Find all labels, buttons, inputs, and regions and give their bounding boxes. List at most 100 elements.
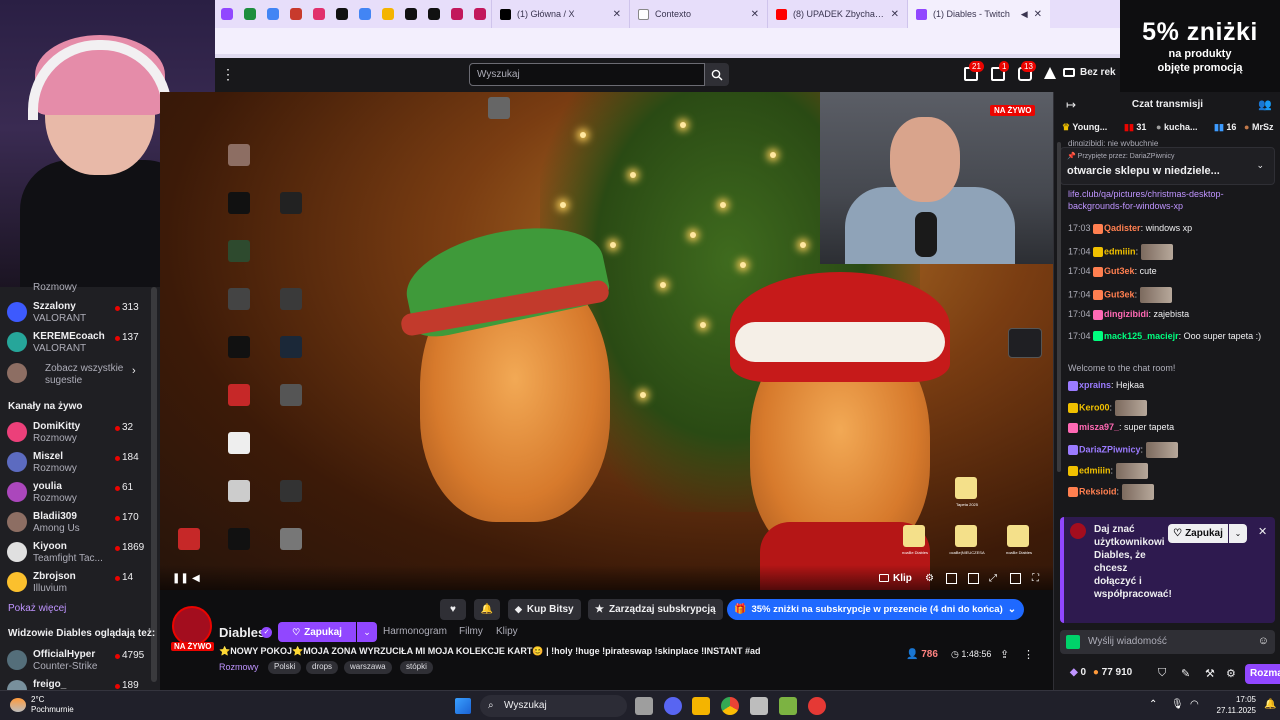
- chevron-down-icon[interactable]: ⌄: [1256, 160, 1264, 171]
- tools-icon[interactable]: ⚒: [1205, 667, 1215, 680]
- pencil-icon[interactable]: ✎: [1181, 667, 1190, 680]
- tab-schedule[interactable]: Harmonogram: [383, 626, 447, 637]
- sidebar-channel[interactable]: Bladii309 Among Us 170: [0, 508, 150, 538]
- buy-bits-button[interactable]: ◆ Kup Bitsy: [508, 599, 581, 620]
- chrome-icon[interactable]: [721, 697, 739, 715]
- adfree-button[interactable]: Bez rek: [1063, 67, 1116, 78]
- sidebar-channel[interactable]: youlia Rozmowy 61: [0, 478, 150, 508]
- collab-dropdown[interactable]: ⌄: [1229, 524, 1247, 543]
- sidebar-channel[interactable]: Miszel Rozmowy 184: [0, 448, 150, 478]
- pinned-tab[interactable]: [284, 0, 307, 28]
- chat-username[interactable]: dingizibidi: [1104, 309, 1149, 319]
- channel-avatar[interactable]: [172, 606, 212, 646]
- gift-sub-promo-button[interactable]: 🎁 35% zniżki na subskrypcje w prezencie …: [727, 599, 1024, 620]
- tab-clips[interactable]: Klipy: [496, 626, 518, 637]
- tab-twitch[interactable]: (1) Diables - Twitch ◀ ✕: [907, 0, 1050, 28]
- file-explorer-icon[interactable]: [692, 697, 710, 715]
- chat-username[interactable]: edmiiin: [1104, 246, 1136, 256]
- address-bar[interactable]: [215, 28, 1120, 58]
- chat-username[interactable]: Gut3ek: [1104, 289, 1135, 299]
- sidebar-toggle-icon[interactable]: [968, 573, 979, 584]
- chat-username[interactable]: xprains: [1079, 380, 1111, 390]
- sidebar-channel[interactable]: KEREMEcoach VALORANT 137: [0, 328, 150, 358]
- promo-banner[interactable]: 5% zniżki na produkty objęte promocją: [1120, 0, 1280, 92]
- pinned-tab[interactable]: [353, 0, 376, 28]
- see-all-suggestions[interactable]: Zobacz wszystkie sugestie ›: [0, 359, 150, 389]
- sidebar-channel[interactable]: Szzalony VALORANT 313: [0, 298, 150, 328]
- taskbar-search[interactable]: ⌕ Wyszukaj: [480, 695, 627, 717]
- windows-start-icon[interactable]: [455, 698, 471, 714]
- chat-username[interactable]: edmiiin: [1079, 465, 1111, 475]
- pip-icon[interactable]: [1010, 573, 1021, 584]
- tab-videos[interactable]: Filmy: [459, 626, 483, 637]
- emote-icon[interactable]: ☺: [1258, 635, 1269, 647]
- tag[interactable]: warszawa: [344, 661, 392, 674]
- manage-sub-button[interactable]: ★ Zarządzaj subskrypcją: [588, 599, 723, 620]
- chat-username[interactable]: Reksioid: [1079, 486, 1117, 496]
- close-tab-icon[interactable]: ✕: [613, 9, 621, 20]
- sidebar-scrollbar[interactable]: [151, 287, 157, 682]
- search-input[interactable]: Wyszukaj: [469, 63, 705, 86]
- sidebar-channel[interactable]: OfficialHyper Counter-Strike 4795: [0, 646, 150, 676]
- pinned-tab[interactable]: [215, 0, 238, 28]
- tag[interactable]: Polski: [268, 661, 302, 674]
- follow-button[interactable]: ♡ Zapukaj: [278, 622, 356, 642]
- close-tab-icon[interactable]: ✕: [1034, 9, 1042, 20]
- pinned-tab[interactable]: [307, 0, 330, 28]
- close-tab-icon[interactable]: ✕: [891, 9, 899, 20]
- tab-youtube[interactable]: (8) UPADEK Zbycha – Z U ✕: [767, 0, 907, 28]
- channel-points[interactable]: ◆ 0 ● 77 910: [1070, 667, 1132, 678]
- pinned-tab[interactable]: [238, 0, 261, 28]
- leaderboard[interactable]: ♛ Young... ▮▮ 31 ● kucha... ▮▮ 16 ● MrSz: [1054, 117, 1280, 139]
- shield-settings-icon[interactable]: ⛉: [1158, 667, 1166, 680]
- tag[interactable]: stópki: [400, 661, 433, 674]
- weather-widget[interactable]: 2°C Pochmurnie: [10, 695, 74, 715]
- clip-button[interactable]: Klip: [874, 569, 917, 587]
- sidebar-channel[interactable]: Kiyoon Teamfight Tac... 1869: [0, 538, 150, 568]
- pinned-tab[interactable]: [330, 0, 353, 28]
- chat-scrollbar[interactable]: [1057, 142, 1061, 472]
- discord-icon[interactable]: [664, 697, 682, 715]
- theatre-mode-icon[interactable]: [946, 573, 957, 584]
- task-view-icon[interactable]: [635, 697, 653, 715]
- sidebar-channel[interactable]: Zbrojson Illuvium 14: [0, 568, 150, 598]
- chat-username[interactable]: mack125_maciejr: [1104, 331, 1179, 341]
- settings-icon[interactable]: ⚙: [1226, 667, 1236, 680]
- chat-username[interactable]: Gut3ek: [1104, 266, 1135, 276]
- close-icon[interactable]: ✕: [1258, 525, 1267, 538]
- clock[interactable]: 17:05 27.11.2025: [1214, 694, 1256, 716]
- tray-chevron-icon[interactable]: ⌃: [1149, 699, 1157, 710]
- speaker-icon[interactable]: ◀: [1021, 9, 1028, 20]
- sidebar-channel[interactable]: DomiKitty Rozmowy 32: [0, 418, 150, 448]
- share-icon[interactable]: ⇪: [1000, 648, 1009, 661]
- tag[interactable]: drops: [306, 661, 339, 674]
- popout-icon[interactable]: ⤢: [989, 573, 1000, 584]
- chat-username[interactable]: misza97_: [1079, 422, 1119, 432]
- overlay-widget[interactable]: [1008, 328, 1042, 358]
- fullscreen-icon[interactable]: ⛶: [1032, 573, 1043, 584]
- pinned-tab[interactable]: [399, 0, 422, 28]
- pinned-tab[interactable]: [445, 0, 468, 28]
- app-icon[interactable]: [779, 697, 797, 715]
- chat-username[interactable]: DariaZPiwnicy: [1079, 444, 1141, 454]
- close-tab-icon[interactable]: ✕: [751, 9, 759, 20]
- mic-icon[interactable]: 🎙: [1171, 699, 1184, 710]
- pinned-tab[interactable]: [468, 0, 491, 28]
- tab-contexto[interactable]: Contexto ✕: [629, 0, 767, 28]
- video-player[interactable]: Tapeta 2025 noaBe Diables ocaBe|NIEUCZES…: [160, 92, 1053, 590]
- chat-link[interactable]: life.club/qa/pictures/christmas-desktop-…: [1068, 188, 1273, 212]
- pinned-tab[interactable]: [261, 0, 284, 28]
- app-icon[interactable]: [808, 697, 826, 715]
- send-chat-button[interactable]: Rozma: [1245, 664, 1280, 684]
- pause-icon[interactable]: ❚❚: [172, 573, 189, 584]
- follow-dropdown[interactable]: ⌄: [357, 622, 377, 642]
- settings-icon[interactable]: ⚙: [925, 573, 936, 584]
- pinned-tab[interactable]: [376, 0, 399, 28]
- search-button[interactable]: [705, 63, 729, 86]
- tab-x[interactable]: (1) Główna / X ✕: [491, 0, 629, 28]
- heart-button[interactable]: ♥: [440, 599, 466, 620]
- more-options-icon[interactable]: ⋮: [1023, 648, 1034, 661]
- pinned-message[interactable]: 📌 Przypięte przez: DariaZPiwnicy otwarci…: [1060, 147, 1275, 185]
- chat-username[interactable]: Qadister: [1104, 223, 1141, 233]
- crown-icon[interactable]: [1044, 67, 1056, 79]
